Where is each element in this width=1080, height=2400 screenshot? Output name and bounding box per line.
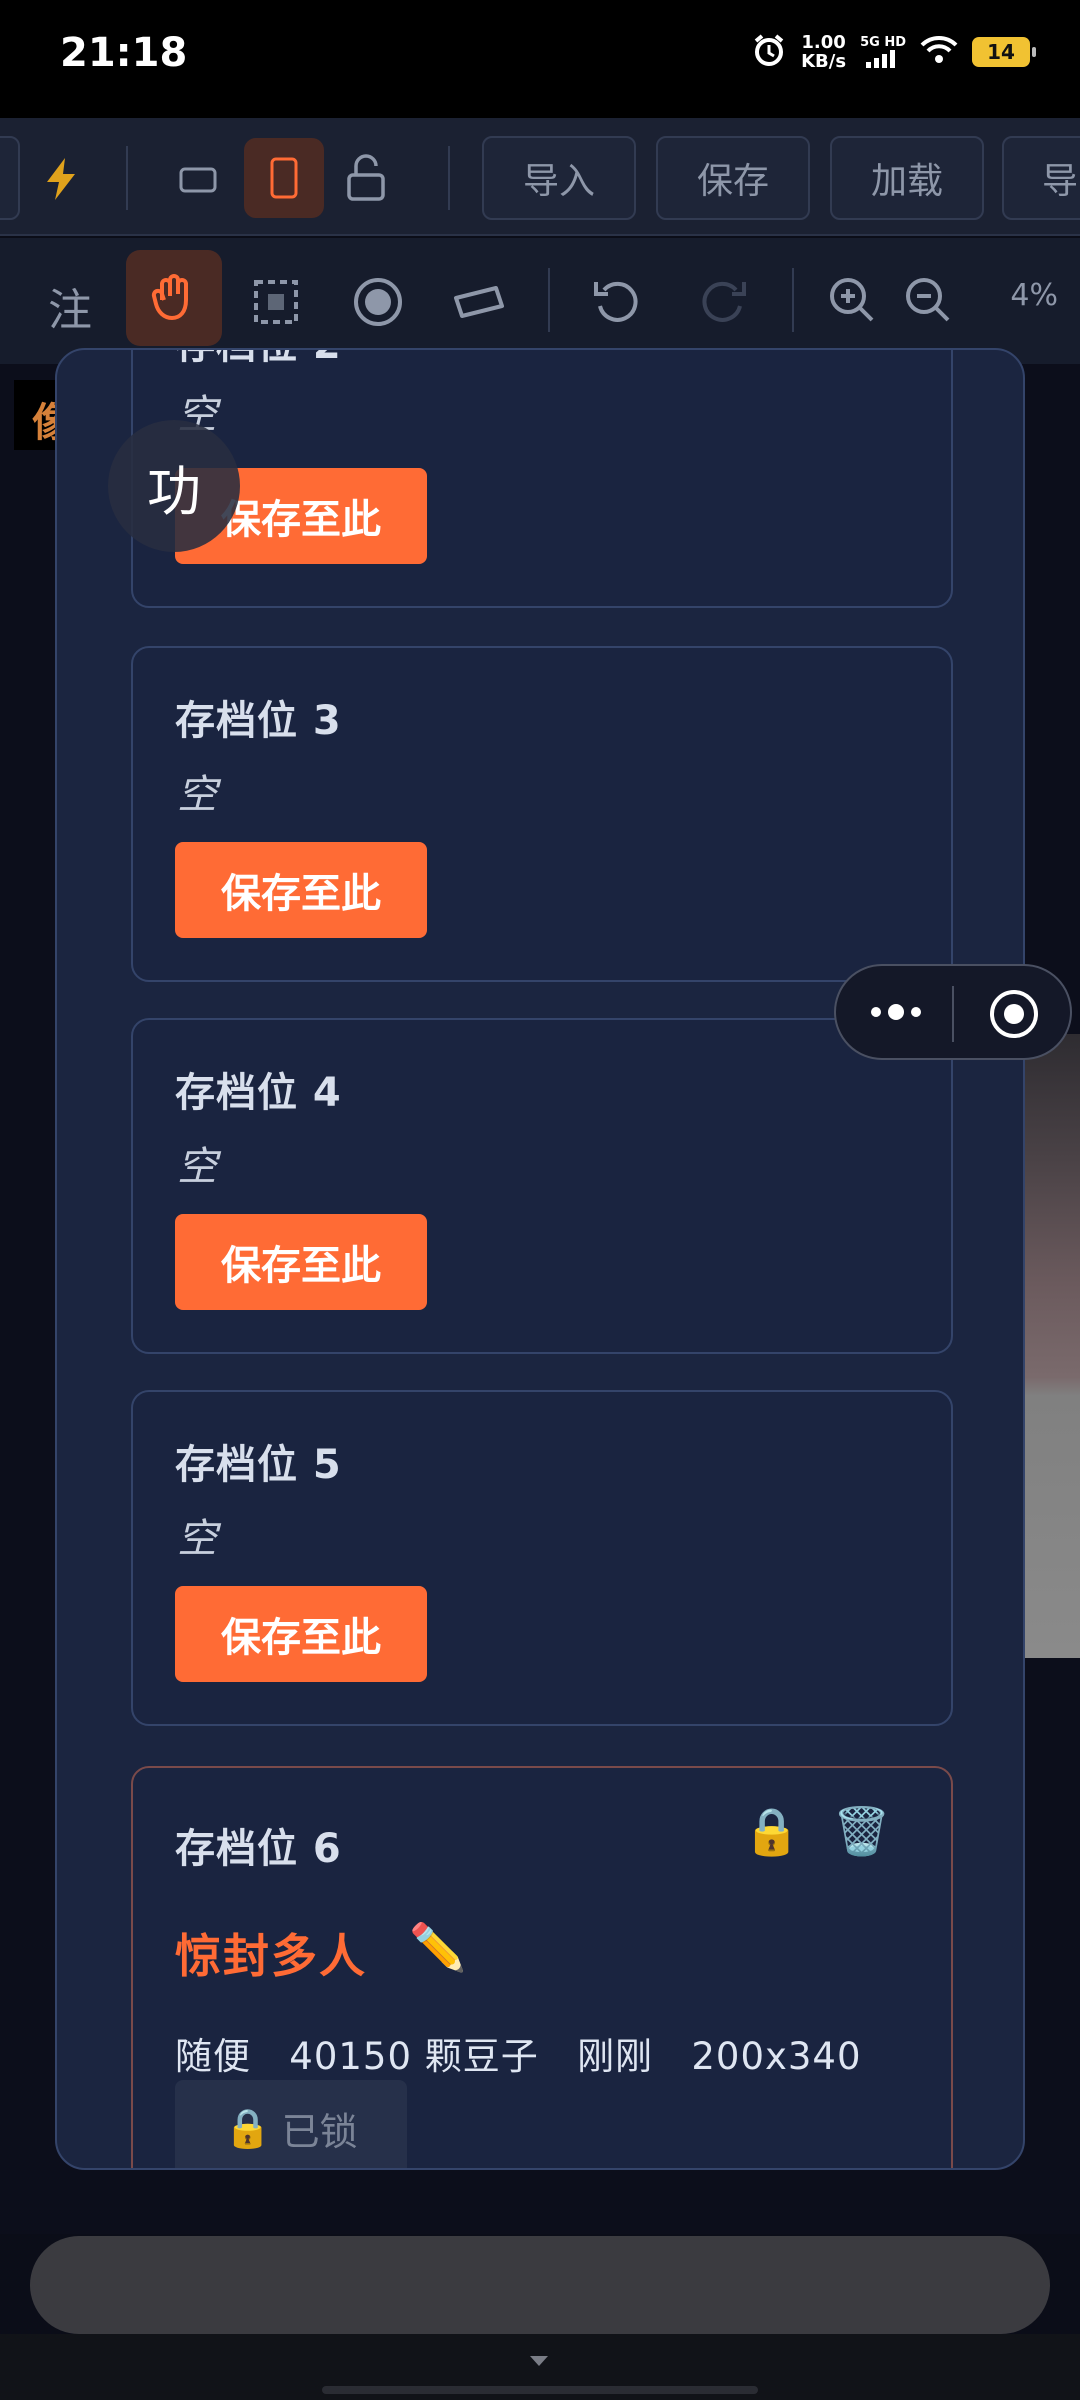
lock-icon: 🔒 bbox=[224, 2105, 272, 2150]
close-target-icon[interactable] bbox=[986, 986, 1042, 1046]
slot-status: 空 bbox=[177, 1516, 217, 1562]
redo-icon[interactable] bbox=[694, 270, 754, 330]
slot-status: 空 bbox=[177, 1144, 217, 1190]
trash-icon[interactable]: 🗑️ bbox=[833, 1804, 890, 1859]
lightning-icon[interactable] bbox=[36, 154, 86, 204]
pencil-icon[interactable]: ✏️ bbox=[409, 1920, 466, 1975]
select-area-icon[interactable] bbox=[246, 272, 306, 332]
slot-title: 存档位 5 bbox=[175, 1442, 342, 1488]
chevron-down-icon[interactable] bbox=[530, 2356, 548, 2366]
net-speed-value: 1.00 bbox=[801, 32, 846, 53]
slot-status: 空 bbox=[177, 772, 217, 818]
status-time: 21:18 bbox=[60, 30, 188, 76]
zoom-in-icon[interactable] bbox=[822, 270, 882, 330]
save-slot-3: 存档位 3 空 保存至此 bbox=[131, 646, 953, 982]
save-slot-4: 存档位 4 空 保存至此 bbox=[131, 1018, 953, 1354]
hand-tool-icon[interactable] bbox=[126, 250, 222, 346]
landscape-icon[interactable] bbox=[172, 160, 224, 200]
divider bbox=[548, 268, 550, 332]
miniprogram-capsule bbox=[834, 964, 1072, 1060]
partial-toolbar-button[interactable] bbox=[0, 136, 20, 220]
net-speed-unit: KB/s bbox=[801, 51, 847, 72]
import-button[interactable]: 导入 bbox=[482, 136, 636, 220]
signal-icon: 5G HD bbox=[860, 36, 906, 68]
slot-size: 200x340 bbox=[691, 2035, 862, 2078]
battery-icon: 14 bbox=[972, 37, 1036, 67]
alarm-icon bbox=[751, 32, 787, 72]
export-button[interactable]: 导 bbox=[1002, 136, 1080, 220]
annotate-tool[interactable]: 注 bbox=[48, 274, 92, 338]
slot-title: 存档位 4 bbox=[175, 1070, 342, 1116]
save-button[interactable]: 保存 bbox=[656, 136, 810, 220]
canvas-image bbox=[1024, 1034, 1080, 1658]
save-slot-2: 存档位 2 空 保存至此 bbox=[131, 350, 953, 608]
bottom-input-bar[interactable] bbox=[30, 2236, 1050, 2334]
divider bbox=[448, 146, 450, 210]
app-root: 21:18 1.00 KB/s 5G HD 14 导入 保存 加载 导 注 4%… bbox=[0, 0, 1080, 2400]
slot-author: 随便 bbox=[175, 2035, 251, 2078]
wifi-icon bbox=[920, 35, 958, 69]
floating-function-button[interactable]: 功 bbox=[108, 420, 240, 552]
status-icons: 1.00 KB/s 5G HD 14 bbox=[751, 32, 1036, 72]
divider bbox=[792, 268, 794, 332]
zoom-out-icon[interactable] bbox=[898, 270, 958, 330]
divider bbox=[126, 146, 128, 210]
top-toolbar: 导入 保存 加载 导 bbox=[0, 118, 1080, 236]
slot-title: 存档位 2 bbox=[175, 350, 342, 370]
save-here-button[interactable]: 保存至此 bbox=[175, 1586, 427, 1682]
lock-icon[interactable]: 🔒 bbox=[743, 1804, 800, 1859]
load-button[interactable]: 加载 bbox=[830, 136, 984, 220]
save-slot-5: 存档位 5 空 保存至此 bbox=[131, 1390, 953, 1726]
zoom-level: 4% bbox=[1010, 278, 1058, 313]
circle-tool-icon[interactable] bbox=[348, 272, 408, 332]
slot-title: 存档位 6 bbox=[175, 1826, 342, 1872]
slot-save-name: 惊封多人 bbox=[175, 1929, 367, 1983]
gesture-handle[interactable] bbox=[322, 2386, 758, 2394]
capsule-divider bbox=[952, 986, 954, 1042]
slot-title: 存档位 3 bbox=[175, 698, 342, 744]
slot-beans: 40150 颗豆子 bbox=[289, 2035, 539, 2078]
net-speed: 1.00 KB/s bbox=[801, 33, 846, 71]
locked-button[interactable]: 🔒 已锁 bbox=[175, 2080, 407, 2168]
slot-time: 刚刚 bbox=[577, 2035, 654, 2078]
save-here-button[interactable]: 保存至此 bbox=[175, 842, 427, 938]
unlock-icon[interactable] bbox=[340, 148, 392, 208]
network-type: 5G HD bbox=[860, 35, 906, 50]
undo-icon[interactable] bbox=[586, 270, 646, 330]
locked-label: 已锁 bbox=[281, 2109, 358, 2154]
save-here-button[interactable]: 保存至此 bbox=[175, 1214, 427, 1310]
save-slots-modal: 存档位 2 空 保存至此 存档位 3 空 保存至此 存档位 4 空 保存至此 存… bbox=[55, 348, 1025, 2170]
more-icon[interactable] bbox=[868, 992, 928, 1036]
tool-toolbar: 注 4% bbox=[0, 238, 1080, 364]
status-bar: 21:18 1.00 KB/s 5G HD 14 bbox=[0, 0, 1080, 118]
portrait-icon[interactable] bbox=[244, 138, 324, 218]
save-slot-6: 存档位 6 🔒 🗑️ 惊封多人 ✏️ 随便 40150 颗豆子 刚刚 200x3… bbox=[131, 1766, 953, 2168]
slot-meta: 随便 40150 颗豆子 刚刚 200x340 bbox=[175, 2026, 862, 2080]
eraser-icon[interactable] bbox=[446, 272, 510, 332]
